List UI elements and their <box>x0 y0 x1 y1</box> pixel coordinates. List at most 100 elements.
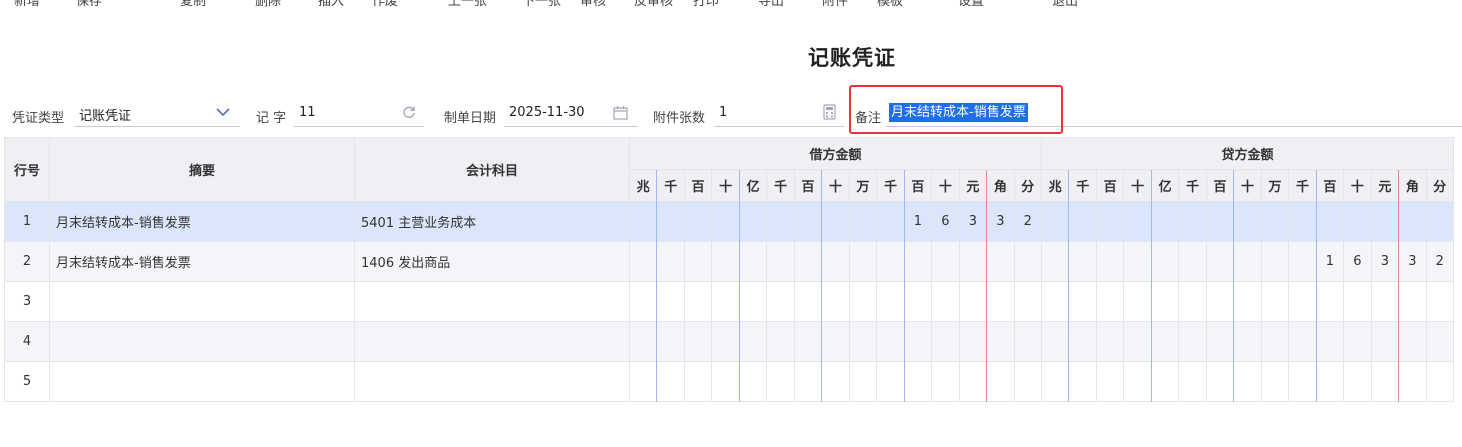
debit-digit-cell[interactable] <box>849 242 878 282</box>
credit-digit-cell[interactable] <box>1261 202 1290 242</box>
debit-digit-cell[interactable] <box>657 362 685 402</box>
credit-digit-cell[interactable] <box>1206 362 1235 402</box>
credit-digit-cell[interactable] <box>1426 322 1455 362</box>
credit-digit-cell[interactable] <box>1124 242 1152 282</box>
credit-digit-cell[interactable] <box>1234 362 1262 402</box>
credit-digit-cell[interactable] <box>1042 362 1070 402</box>
debit-digit-cell[interactable] <box>932 362 960 402</box>
debit-digit-cell[interactable] <box>657 322 685 362</box>
credit-digit-cell[interactable] <box>1426 282 1455 322</box>
credit-digit-cell[interactable] <box>1316 362 1345 402</box>
credit-digit-cell[interactable] <box>1206 322 1235 362</box>
credit-digit-cell[interactable] <box>1399 362 1427 402</box>
credit-digit-cell[interactable] <box>1316 282 1345 322</box>
debit-digit-cell[interactable] <box>630 322 658 362</box>
debit-digit-cell[interactable] <box>767 362 795 402</box>
credit-digit-cell[interactable] <box>1289 242 1317 282</box>
debit-digit-cell[interactable] <box>822 362 850 402</box>
credit-digit-cell[interactable] <box>1069 282 1097 322</box>
credit-digit-cell[interactable] <box>1042 202 1070 242</box>
toolbar-item[interactable]: 附件 <box>822 0 848 9</box>
debit-digit-cell[interactable]: 3 <box>987 202 1015 242</box>
debit-digit-cell[interactable] <box>767 242 795 282</box>
credit-digit-cell[interactable] <box>1344 282 1372 322</box>
credit-digit-cell[interactable] <box>1096 362 1125 402</box>
debit-digit-cell[interactable] <box>822 322 850 362</box>
toolbar-item[interactable]: 作废 <box>372 0 398 9</box>
debit-digit-cell[interactable] <box>630 202 658 242</box>
debit-digit-cell[interactable] <box>987 362 1015 402</box>
toolbar-item[interactable]: 退出 <box>1052 0 1078 9</box>
debit-digit-cell[interactable] <box>1014 362 1043 402</box>
credit-digit-cell[interactable] <box>1151 202 1180 242</box>
debit-digit-cell[interactable] <box>932 242 960 282</box>
credit-digit-cell[interactable] <box>1234 282 1262 322</box>
credit-digit-cell[interactable] <box>1069 322 1097 362</box>
credit-digit-cell[interactable] <box>1069 242 1097 282</box>
credit-digit-cell[interactable] <box>1179 322 1207 362</box>
summary-cell[interactable]: 月末结转成本-销售发票 <box>50 202 355 242</box>
toolbar-item[interactable]: 设置 <box>958 0 984 9</box>
credit-digit-cell[interactable] <box>1399 202 1427 242</box>
debit-digit-cell[interactable] <box>684 202 713 242</box>
credit-digit-cell[interactable] <box>1261 242 1290 282</box>
credit-digit-cell[interactable] <box>1261 282 1290 322</box>
refresh-icon[interactable] <box>402 105 416 119</box>
debit-digit-cell[interactable] <box>739 202 768 242</box>
debit-digit-cell[interactable] <box>959 242 988 282</box>
debit-digit-cell[interactable] <box>739 362 768 402</box>
debit-digit-cell[interactable] <box>630 282 658 322</box>
toolbar-item[interactable]: 模板 <box>877 0 903 9</box>
credit-digit-cell[interactable] <box>1096 322 1125 362</box>
debit-digit-cell[interactable] <box>794 282 823 322</box>
toolbar-item[interactable]: 新增 <box>14 0 40 9</box>
credit-digit-cell[interactable] <box>1124 202 1152 242</box>
debit-digit-cell[interactable] <box>767 282 795 322</box>
chevron-down-icon[interactable] <box>216 107 230 117</box>
credit-digit-cell[interactable]: 3 <box>1399 242 1427 282</box>
debit-digit-cell[interactable] <box>904 242 933 282</box>
credit-digit-cell[interactable] <box>1234 322 1262 362</box>
credit-digit-cell[interactable] <box>1042 282 1070 322</box>
calendar-icon[interactable] <box>613 105 628 120</box>
debit-digit-cell[interactable] <box>657 282 685 322</box>
credit-digit-cell[interactable]: 2 <box>1426 242 1455 282</box>
debit-digit-cell[interactable] <box>959 322 988 362</box>
credit-digit-cell[interactable] <box>1399 282 1427 322</box>
debit-digit-cell[interactable] <box>657 202 685 242</box>
credit-digit-cell[interactable] <box>1344 362 1372 402</box>
debit-digit-cell[interactable] <box>822 202 850 242</box>
credit-digit-cell[interactable] <box>1069 362 1097 402</box>
credit-digit-cell[interactable] <box>1234 242 1262 282</box>
credit-digit-cell[interactable] <box>1124 282 1152 322</box>
toolbar-item[interactable]: 复制 <box>180 0 206 9</box>
toolbar-item[interactable]: 保存 <box>76 0 102 9</box>
credit-digit-cell[interactable] <box>1096 282 1125 322</box>
credit-digit-cell[interactable] <box>1096 202 1125 242</box>
credit-digit-cell[interactable] <box>1371 362 1400 402</box>
toolbar-item[interactable]: 上一张 <box>448 0 487 9</box>
debit-digit-cell[interactable] <box>877 362 905 402</box>
credit-digit-cell[interactable] <box>1316 322 1345 362</box>
credit-digit-cell[interactable] <box>1399 322 1427 362</box>
credit-digit-cell[interactable]: 3 <box>1371 242 1400 282</box>
credit-digit-cell[interactable] <box>1179 242 1207 282</box>
credit-digit-cell[interactable] <box>1234 202 1262 242</box>
debit-digit-cell[interactable] <box>877 242 905 282</box>
debit-digit-cell[interactable] <box>739 242 768 282</box>
debit-digit-cell[interactable] <box>794 362 823 402</box>
credit-digit-cell[interactable] <box>1096 242 1125 282</box>
debit-digit-cell[interactable] <box>959 282 988 322</box>
debit-digit-cell[interactable] <box>684 282 713 322</box>
debit-digit-cell[interactable] <box>849 202 878 242</box>
credit-digit-cell[interactable] <box>1316 202 1345 242</box>
debit-digit-cell[interactable] <box>739 322 768 362</box>
credit-digit-cell[interactable] <box>1206 282 1235 322</box>
debit-digit-cell[interactable] <box>849 282 878 322</box>
debit-digit-cell[interactable] <box>684 362 713 402</box>
debit-digit-cell[interactable] <box>739 282 768 322</box>
credit-digit-cell[interactable] <box>1206 242 1235 282</box>
credit-digit-cell[interactable] <box>1179 202 1207 242</box>
debit-digit-cell[interactable] <box>767 202 795 242</box>
account-cell[interactable] <box>355 322 630 362</box>
